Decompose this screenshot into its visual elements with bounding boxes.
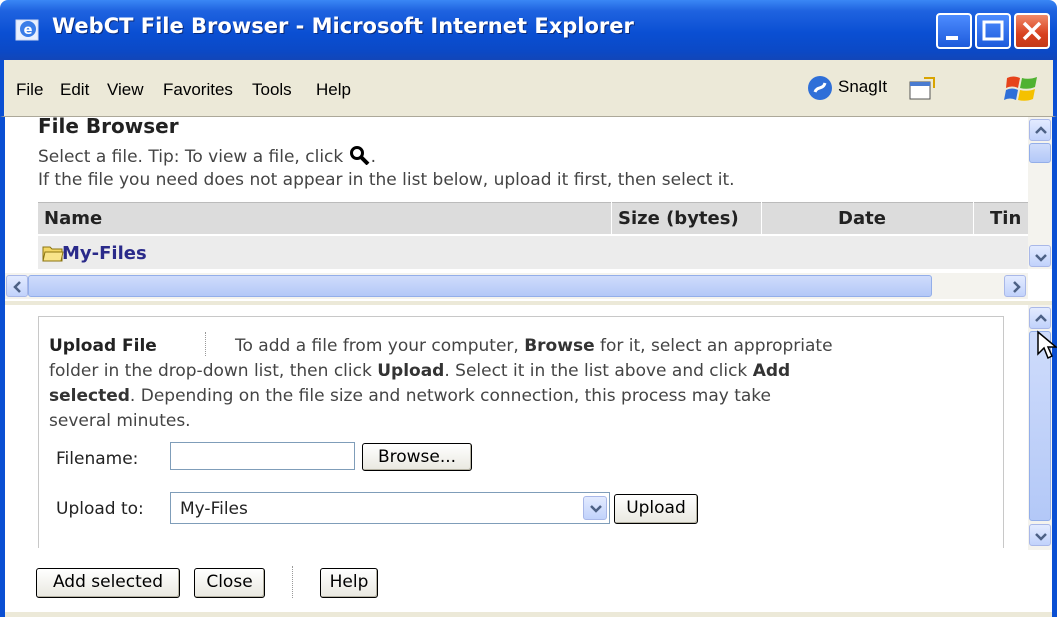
frame-divider	[5, 301, 1052, 305]
window-bottom-border	[5, 612, 1052, 617]
upload-button[interactable]: Upload	[614, 494, 698, 524]
chevron-down-icon	[590, 505, 602, 513]
minimize-button[interactable]	[936, 13, 972, 49]
column-header-date[interactable]: Date	[838, 208, 886, 229]
mouse-cursor-icon	[1037, 330, 1057, 360]
menu-favorites[interactable]: Favorites	[163, 80, 233, 100]
action-divider	[292, 566, 293, 598]
upload-to-value: My-Files	[180, 499, 248, 519]
snagit-window-icon[interactable]	[908, 76, 936, 102]
browse-button[interactable]: Browse...	[362, 443, 472, 471]
file-browser-tip: Select a file. Tip: To view a file, clic…	[38, 145, 376, 167]
maximize-icon	[982, 20, 1004, 41]
filename-input[interactable]	[170, 442, 355, 470]
menu-bar	[0, 60, 1057, 117]
arrow-down-icon	[1035, 533, 1047, 541]
tip-suffix: .	[370, 147, 377, 167]
help-button[interactable]: Help	[320, 568, 378, 598]
minimize-icon	[946, 36, 958, 40]
snagit-label[interactable]: SnagIt	[838, 77, 887, 97]
ie-icon: e	[15, 19, 39, 41]
menu-edit[interactable]: Edit	[60, 80, 89, 100]
close-button[interactable]: Close	[194, 568, 265, 598]
scroll-left-button[interactable]	[6, 275, 28, 297]
maximize-button[interactable]	[975, 13, 1011, 49]
column-header-name[interactable]: Name	[44, 208, 102, 229]
horizontal-scroll-thumb[interactable]	[28, 275, 932, 297]
arrow-left-icon	[13, 281, 21, 293]
menu-tools[interactable]: Tools	[252, 80, 292, 100]
arrow-up-icon	[1035, 126, 1047, 134]
windows-logo-icon	[1004, 76, 1037, 101]
menu-view[interactable]: View	[107, 80, 144, 100]
folder-icon	[42, 246, 64, 262]
column-header-time[interactable]: Tin	[990, 208, 1026, 229]
menu-file[interactable]: File	[16, 80, 43, 100]
scroll-down-button-lower[interactable]	[1029, 524, 1051, 546]
tip-text: Select a file. Tip: To view a file, clic…	[38, 147, 344, 167]
window-border-left	[0, 117, 5, 617]
upload-description-line2: folder in the drop-down list, then click…	[49, 361, 791, 381]
close-icon	[1022, 21, 1042, 41]
upload-description-line3: selected. Depending on the file size and…	[49, 386, 772, 406]
dropdown-button[interactable]	[583, 496, 607, 520]
menu-help[interactable]: Help	[316, 80, 351, 100]
scroll-down-button[interactable]	[1029, 245, 1051, 267]
scroll-right-button[interactable]	[1004, 275, 1026, 297]
magnifier-icon	[349, 146, 370, 166]
file-browser-instructions: If the file you need does not appear in …	[38, 170, 735, 190]
arrow-down-icon	[1035, 254, 1047, 262]
upload-to-label: Upload to:	[56, 499, 144, 519]
upload-title: Upload File	[49, 336, 157, 356]
add-selected-button[interactable]: Add selected	[36, 568, 180, 598]
upload-description-line4: several minutes.	[49, 411, 191, 431]
snagit-icon[interactable]	[806, 74, 834, 102]
svg-text:e: e	[24, 23, 33, 38]
column-header-size[interactable]: Size (bytes)	[618, 208, 739, 229]
file-browser-title: File Browser	[38, 114, 179, 138]
upload-title-divider	[205, 332, 206, 356]
close-window-button[interactable]	[1014, 13, 1050, 49]
scroll-thumb[interactable]	[1029, 143, 1051, 163]
scroll-up-button[interactable]	[1029, 119, 1051, 141]
filename-label: Filename:	[56, 449, 139, 469]
table-row[interactable]	[38, 236, 1028, 269]
window-border-right	[1052, 117, 1057, 617]
arrow-right-icon	[1013, 281, 1021, 293]
window-title: WebCT File Browser - Microsoft Internet …	[52, 14, 634, 38]
scroll-up-button-lower[interactable]	[1029, 307, 1051, 329]
upload-description-line1: To add a file from your computer, Browse…	[235, 336, 833, 356]
folder-link-my-files[interactable]: My-Files	[62, 243, 147, 264]
arrow-up-icon	[1035, 314, 1047, 322]
